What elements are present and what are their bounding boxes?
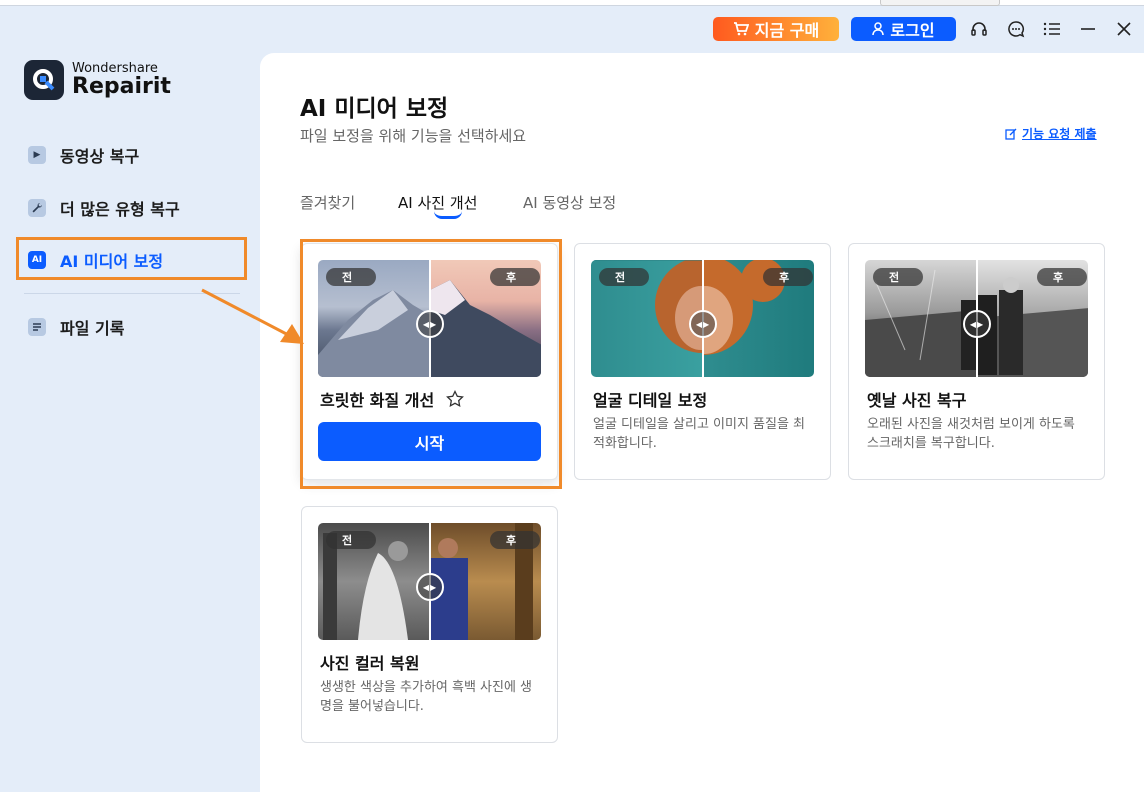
sidebar-highlight-box	[16, 237, 247, 280]
sidebar-item-file-history[interactable]: 파일 기록	[28, 315, 124, 339]
buy-now-label: 지금 구매	[754, 21, 820, 40]
page-title: AI 미디어 보정	[300, 96, 449, 122]
feature-card-colorize[interactable]: ◀▶ 전 후 사진 컬러 복원 생생한 색상을 추가하여 흑백 사진에 생명을 …	[301, 506, 558, 743]
card-title: 얼굴 디테일 보정	[593, 391, 708, 410]
before-badge: 전	[873, 268, 923, 286]
card-description: 오래된 사진을 새것처럼 보이게 하도록 스크래치를 복구합니다.	[867, 417, 1075, 451]
login-label: 로그인	[890, 21, 935, 40]
before-badge: 전	[599, 268, 649, 286]
repairit-logo-icon	[24, 60, 64, 100]
page-subtitle: 파일 보정을 위해 기능을 선택하세요	[300, 127, 527, 145]
after-badge: 후	[490, 531, 540, 549]
sidebar-item-label: 동영상 복구	[60, 147, 140, 166]
brand-line2: Repairit	[72, 74, 171, 99]
feedback-icon[interactable]	[1005, 18, 1027, 40]
feature-card-face-detail[interactable]: ◀▶ 전 후 얼굴 디테일 보정 얼굴 디테일을 살리고 이미지 품질을 최적화…	[574, 243, 831, 480]
sidebar-item-label: 파일 기록	[60, 319, 125, 338]
before-after-preview: ◀▶ 전 후	[591, 260, 814, 377]
active-tab-indicator	[434, 211, 462, 219]
before-badge: 전	[326, 531, 376, 549]
minimize-icon[interactable]	[1077, 18, 1099, 40]
before-after-preview: ◀▶ 전 후	[865, 260, 1088, 377]
compare-slider-handle[interactable]: ◀▶	[963, 310, 991, 338]
menu-icon[interactable]	[1041, 18, 1063, 40]
login-button[interactable]: 로그인	[851, 17, 956, 41]
tab-favorites[interactable]: 즐겨찾기	[300, 192, 355, 213]
title-bar: 지금 구매 로그인	[0, 6, 1144, 50]
compare-slider-handle[interactable]: ◀▶	[416, 573, 444, 601]
feature-request-link[interactable]: 기능 요청 제출	[1005, 125, 1097, 142]
wrench-icon	[28, 199, 46, 217]
sidebar-item-video-repair[interactable]: ▶ 동영상 복구	[28, 143, 139, 167]
card-highlight-box	[300, 239, 562, 489]
edit-icon	[1005, 128, 1017, 140]
card-title: 사진 컬러 복원	[320, 654, 420, 673]
feature-request-label: 기능 요청 제출	[1022, 127, 1097, 141]
card-title: 옛날 사진 복구	[867, 391, 967, 410]
brand-logo: Wondershare Repairit	[24, 60, 171, 100]
compare-slider-handle[interactable]: ◀▶	[689, 310, 717, 338]
close-icon[interactable]	[1113, 18, 1135, 40]
cart-icon	[733, 22, 749, 36]
tab-ai-video[interactable]: AI 동영상 보정	[523, 192, 616, 213]
card-description: 얼굴 디테일을 살리고 이미지 품질을 최적화합니다.	[593, 417, 806, 451]
play-icon: ▶	[28, 146, 46, 164]
after-badge: 후	[763, 268, 813, 286]
tab-ai-photo[interactable]: AI 사진 개선	[398, 192, 477, 213]
buy-now-button[interactable]: 지금 구매	[713, 17, 839, 41]
headset-icon[interactable]	[968, 18, 990, 40]
app-window: 지금 구매 로그인 Wondershare Repairit ▶ 동영상 복구 …	[0, 6, 1144, 792]
feature-card-old-photo[interactable]: ◀▶ 전 후 옛날 사진 복구 오래된 사진을 새것처럼 보이게 하도록 스크래…	[848, 243, 1105, 480]
annotation-arrow	[201, 288, 304, 344]
sidebar-item-more-types[interactable]: 더 많은 유형 복구	[28, 196, 180, 220]
user-icon	[872, 22, 885, 36]
sidebar-item-label: 더 많은 유형 복구	[60, 200, 180, 219]
after-badge: 후	[1037, 268, 1087, 286]
list-icon	[28, 318, 46, 336]
before-after-preview: ◀▶ 전 후	[318, 523, 541, 640]
card-description: 생생한 색상을 추가하여 흑백 사진에 생명을 불어넣습니다.	[320, 680, 533, 714]
